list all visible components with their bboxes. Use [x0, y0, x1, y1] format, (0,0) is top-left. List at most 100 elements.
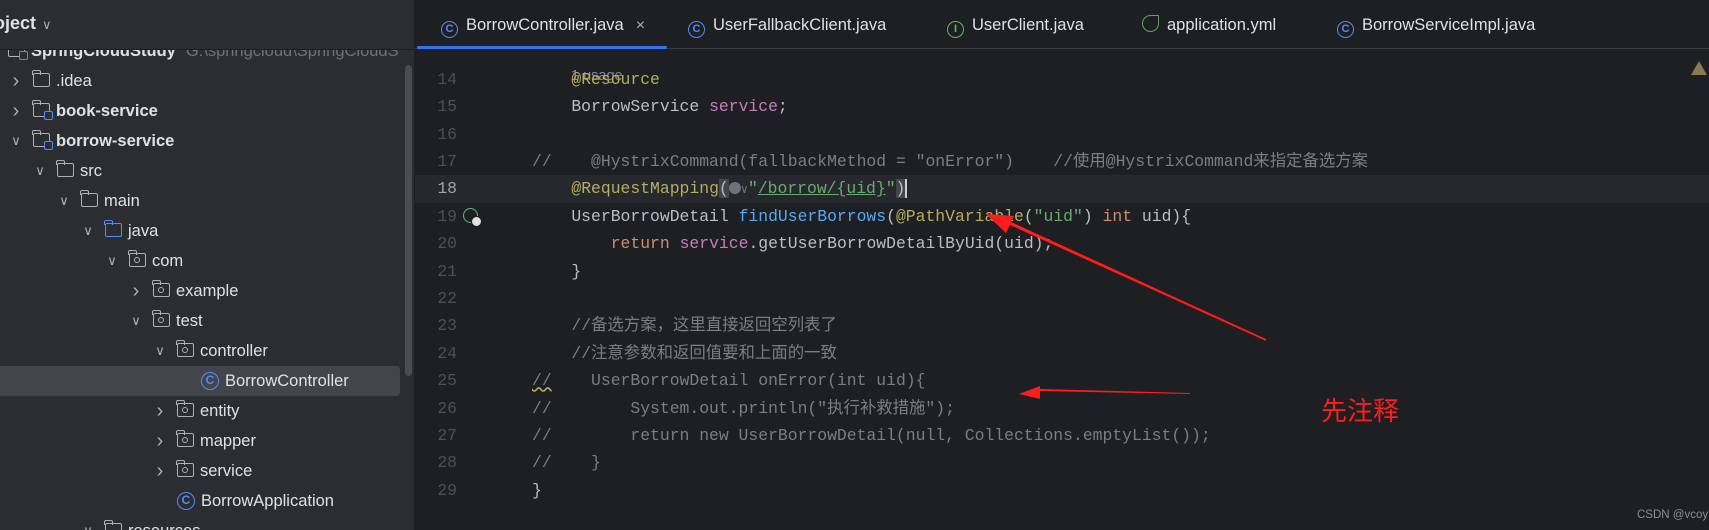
code-token: ": [885, 179, 896, 199]
code-line-28: 28 // }: [415, 449, 1709, 476]
tree-item-borrowcontroller[interactable]: C BorrowController: [0, 366, 400, 396]
tree-item-mapper[interactable]: › mapper: [0, 426, 400, 456]
tree-item-label: book-service: [56, 96, 158, 126]
class-icon: C: [688, 21, 705, 38]
project-view-selector[interactable]: oject ∨: [0, 13, 52, 34]
tab-borrowcontroller-java[interactable]: C BorrowController.java ×: [416, 0, 668, 49]
tree-item-java[interactable]: ∨ java: [0, 216, 400, 246]
line-number: 27: [437, 425, 457, 445]
label-text: BorrowController: [225, 372, 349, 390]
line-number: 26: [437, 398, 457, 418]
package-icon: [176, 400, 194, 417]
code-token: findUserBorrows: [738, 206, 887, 226]
line-number: 20: [437, 234, 457, 254]
tree-item-borrowapplication[interactable]: C BorrowApplication: [0, 486, 400, 516]
chevron-down-icon[interactable]: ∨: [129, 306, 143, 336]
code-token: // return new UserBorrowDetail(null, Col…: [532, 425, 1211, 445]
close-icon[interactable]: ×: [636, 17, 645, 34]
tree-item--idea[interactable]: › .idea: [0, 66, 400, 96]
line-number: 23: [437, 316, 457, 336]
tree-item-resources[interactable]: ∨ resources: [0, 516, 400, 530]
chevron-right-icon[interactable]: ›: [153, 396, 167, 426]
annotation-note: 先注释: [1321, 396, 1400, 426]
code-line-29: 29}: [415, 477, 1709, 504]
chevron-down-icon[interactable]: ∨: [153, 336, 167, 366]
tree-item-src[interactable]: ∨ src: [0, 156, 400, 186]
chevron-down-icon[interactable]: ∨: [57, 186, 71, 216]
tab-userclient-java[interactable]: I UserClient.java: [947, 0, 1084, 48]
chevron-down-icon[interactable]: ∨: [33, 156, 47, 186]
globe-icon: [728, 182, 741, 195]
chevron-down-icon[interactable]: ∨: [105, 246, 119, 276]
tree-item-label: resources: [128, 516, 200, 530]
code-text: BorrowService service;: [532, 93, 788, 120]
label-text: resources: [128, 522, 200, 530]
editor-tabs: C BorrowController.java × C UserFallbackClie…: [415, 0, 1709, 49]
watermark: CSDN @vcoy: [1637, 509, 1709, 521]
tree-item-entity[interactable]: › entity: [0, 396, 400, 426]
chevron-down-icon[interactable]: ∨: [81, 516, 95, 530]
tree-item-test[interactable]: ∨ test: [0, 306, 400, 336]
tab-application-yml[interactable]: application.yml: [1142, 0, 1276, 48]
label-text: main: [104, 192, 140, 210]
label-text: mapper: [200, 432, 256, 450]
chevron-down-icon[interactable]: ∨: [9, 126, 23, 156]
tab-borrowserviceimpl-java[interactable]: C BorrowServiceImpl.java: [1337, 0, 1535, 48]
module-folder-icon: [32, 130, 53, 150]
code-token: // @HystrixCommand(fallbackMethod = "onE…: [532, 151, 1369, 171]
tab-userfallbackclient-java[interactable]: C UserFallbackClient.java: [688, 0, 886, 48]
tree-item-controller[interactable]: ∨ controller: [0, 336, 400, 366]
chevron-down-icon[interactable]: ∨: [81, 216, 95, 246]
code-line-27: 27 // return new UserBorrowDetail(null, C…: [415, 422, 1709, 449]
web-endpoint-icon[interactable]: [463, 207, 482, 227]
code-token: UserBorrowDetail onError(int uid){: [551, 371, 926, 391]
url-inlay-hint[interactable]: ∨: [728, 182, 748, 197]
chevron-right-icon[interactable]: ›: [129, 276, 143, 306]
code-token: ;: [777, 97, 788, 117]
code-token: // }: [532, 453, 601, 473]
tree-item-label: .idea: [56, 66, 92, 96]
label-text: controller: [200, 342, 268, 360]
spring-config-icon: [1142, 15, 1159, 32]
code-text: @Resource: [532, 66, 660, 93]
chevron-right-icon[interactable]: ›: [153, 426, 167, 456]
project-title: oject: [0, 13, 37, 33]
tree-item-service[interactable]: › service: [0, 456, 400, 486]
class-icon: C: [441, 21, 458, 38]
code-token: }: [532, 480, 542, 500]
chevron-right-icon[interactable]: ›: [153, 456, 167, 486]
tree-item-example[interactable]: › example: [0, 276, 400, 306]
package-icon: [152, 310, 170, 327]
code-token: .getUserBorrowDetailByUid(uid);: [748, 234, 1054, 254]
tree-item-label: BorrowController: [225, 366, 349, 396]
warning-icon[interactable]: [1691, 61, 1707, 75]
label-text: service: [200, 462, 253, 480]
line-number: 17: [437, 151, 457, 171]
tree-item-label: borrow-service: [56, 126, 174, 156]
tree-item-label: BorrowApplication: [201, 486, 334, 516]
class-icon: C: [201, 372, 219, 390]
tree-item-book-service[interactable]: › book-service: [0, 96, 400, 126]
code-text: // @HystrixCommand(fallbackMethod = "onE…: [532, 148, 1368, 175]
chevron-right-icon[interactable]: ›: [9, 96, 23, 126]
project-sidebar: oject∨ SpringCloudStudyG:\springcloud\Sp…: [0, 0, 415, 530]
code-text: // }: [532, 449, 601, 476]
tab-label: UserClient.java: [972, 16, 1084, 34]
code-text: //备选方案，这里直接返回空列表了: [532, 312, 837, 339]
project-header: oject ∨: [0, 0, 414, 50]
tree-item-borrow-service[interactable]: ∨ borrow-service: [0, 126, 400, 156]
code-text: // return new UserBorrowDetail(null, Col…: [532, 422, 1211, 449]
chevron-right-icon[interactable]: ›: [9, 66, 23, 96]
tree-item-com[interactable]: ∨ com: [0, 246, 400, 276]
tree-item-main[interactable]: ∨ main: [0, 186, 400, 216]
sidebar-scrollbar[interactable]: [405, 65, 412, 376]
line-number: 16: [437, 124, 457, 144]
chevron-down-icon: ∨: [42, 17, 52, 32]
label-text: example: [176, 282, 239, 300]
tree-item-label: src: [80, 156, 102, 186]
label-text: src: [80, 162, 102, 180]
code-editor[interactable]: 1 usage1314 @Resource15 BorrowService se…: [415, 49, 1709, 530]
